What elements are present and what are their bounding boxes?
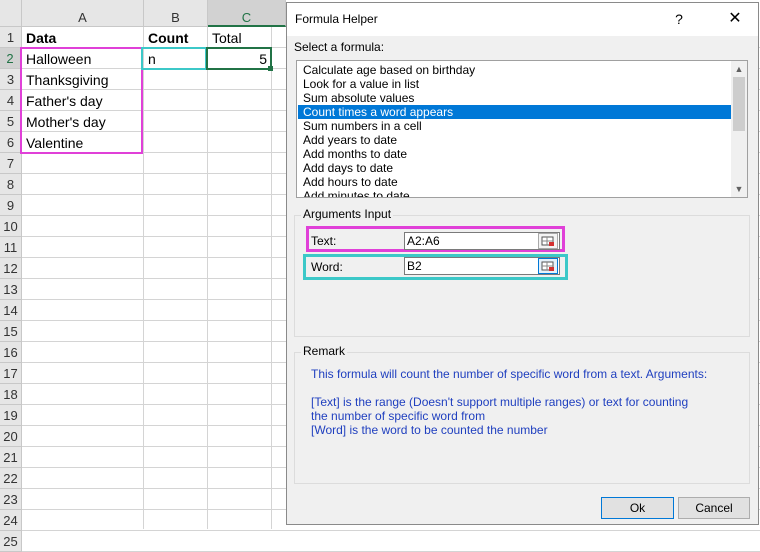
formula-item[interactable]: Sum absolute values xyxy=(298,91,732,105)
row-header[interactable]: 19 xyxy=(0,405,22,426)
formula-item[interactable]: Add days to date xyxy=(298,161,732,175)
range-select-icon[interactable] xyxy=(538,233,558,249)
row-header[interactable]: 5 xyxy=(0,111,22,132)
cell-a1[interactable]: Data xyxy=(22,28,143,49)
row-header[interactable]: 14 xyxy=(0,300,22,321)
row-header[interactable]: 16 xyxy=(0,342,22,363)
row-header[interactable]: 7 xyxy=(0,153,22,174)
dialog-titlebar[interactable]: Formula Helper ? ✕ xyxy=(287,3,758,36)
dialog-title: Formula Helper xyxy=(295,12,378,26)
close-button[interactable]: ✕ xyxy=(723,7,747,31)
word-argument-label: Word: xyxy=(311,260,343,274)
row-header[interactable]: 24 xyxy=(0,510,22,531)
row-header[interactable]: 8 xyxy=(0,174,22,195)
formula-list-scrollbar[interactable]: ▲ ▼ xyxy=(731,61,747,197)
remark-text-line: This formula will count the number of sp… xyxy=(311,367,708,381)
row-header[interactable]: 3 xyxy=(0,69,22,90)
remark-text-line: [Text] is the range (Doesn't support mul… xyxy=(311,395,689,409)
active-cell-c2 xyxy=(206,47,272,70)
formula-list[interactable]: Calculate age based on birthday Look for… xyxy=(296,60,748,198)
column-header-b[interactable]: B xyxy=(144,0,208,27)
row-header[interactable]: 21 xyxy=(0,447,22,468)
range-highlight-a2-a6 xyxy=(20,47,143,154)
help-button[interactable]: ? xyxy=(667,7,691,31)
row-header[interactable]: 11 xyxy=(0,237,22,258)
scroll-up-arrow-icon[interactable]: ▲ xyxy=(731,61,747,77)
formula-item-selected[interactable]: Count times a word appears xyxy=(298,105,732,119)
row-header[interactable]: 23 xyxy=(0,489,22,510)
row-header[interactable]: 6 xyxy=(0,132,22,153)
row-header[interactable]: 20 xyxy=(0,426,22,447)
formula-item[interactable]: Add hours to date xyxy=(298,175,732,189)
column-header-c[interactable]: C xyxy=(208,0,286,27)
formula-item[interactable]: Calculate age based on birthday xyxy=(298,63,732,77)
row-header[interactable]: 22 xyxy=(0,468,22,489)
row-header[interactable]: 15 xyxy=(0,321,22,342)
row-header[interactable]: 13 xyxy=(0,279,22,300)
remark-text-line: [Word] is the word to be counted the num… xyxy=(311,423,548,437)
formula-item[interactable]: Add months to date xyxy=(298,147,732,161)
remark-label: Remark xyxy=(301,344,348,358)
row-header[interactable]: 10 xyxy=(0,216,22,237)
cancel-button[interactable]: Cancel xyxy=(678,497,750,519)
word-argument-input[interactable] xyxy=(404,257,560,275)
range-highlight-b2 xyxy=(141,47,207,70)
range-select-icon[interactable] xyxy=(538,258,558,274)
select-formula-label: Select a formula: xyxy=(294,40,385,54)
row-header[interactable]: 9 xyxy=(0,195,22,216)
remark-text-line: the number of specific word from xyxy=(311,409,486,423)
text-argument-input[interactable] xyxy=(404,232,560,250)
scroll-down-arrow-icon[interactable]: ▼ xyxy=(731,181,747,197)
row-header[interactable]: 12 xyxy=(0,258,22,279)
formula-helper-dialog: Formula Helper ? ✕ Select a formula: Cal… xyxy=(286,2,759,525)
row-header[interactable]: 25 xyxy=(0,531,22,552)
cell-c1[interactable]: Total xyxy=(208,28,271,49)
formula-item[interactable]: Sum numbers in a cell xyxy=(298,119,732,133)
row-header[interactable]: 18 xyxy=(0,384,22,405)
ok-button[interactable]: Ok xyxy=(601,497,674,519)
formula-item[interactable]: Add years to date xyxy=(298,133,732,147)
row-header[interactable]: 4 xyxy=(0,90,22,111)
formula-item[interactable]: Look for a value in list xyxy=(298,77,732,91)
text-argument-label: Text: xyxy=(311,234,337,248)
arguments-label: Arguments Input xyxy=(301,207,394,221)
formula-item[interactable]: Add minutes to date xyxy=(298,189,732,197)
fill-handle[interactable] xyxy=(268,66,273,71)
column-header-a[interactable]: A xyxy=(22,0,144,27)
row-header[interactable]: 17 xyxy=(0,363,22,384)
row-header[interactable]: 1 xyxy=(0,27,22,48)
scroll-thumb[interactable] xyxy=(733,77,745,131)
row-header[interactable]: 2 xyxy=(0,48,22,69)
cell-b1[interactable]: Count xyxy=(144,28,207,49)
select-all-corner[interactable] xyxy=(0,0,22,27)
